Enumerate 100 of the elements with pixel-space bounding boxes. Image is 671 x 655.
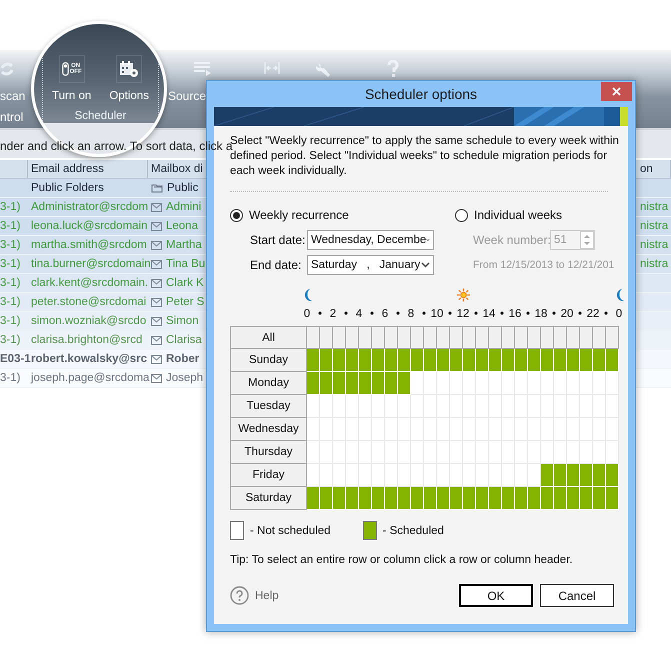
day-header[interactable]: Monday xyxy=(230,372,307,395)
close-button[interactable] xyxy=(601,82,632,101)
schedule-cell[interactable] xyxy=(489,372,502,395)
schedule-cell[interactable] xyxy=(372,395,385,418)
schedule-cell[interactable] xyxy=(437,464,450,487)
day-header[interactable]: Tuesday xyxy=(230,395,307,418)
schedule-cell[interactable] xyxy=(554,441,567,464)
hour-header[interactable] xyxy=(359,326,372,349)
schedule-cell[interactable] xyxy=(372,464,385,487)
schedule-cell[interactable] xyxy=(476,372,489,395)
schedule-cell[interactable] xyxy=(346,395,359,418)
schedule-cell[interactable] xyxy=(528,441,541,464)
hour-header[interactable] xyxy=(320,326,333,349)
hour-header[interactable] xyxy=(541,326,554,349)
hour-header[interactable] xyxy=(437,326,450,349)
column-header[interactable]: Mailbox di xyxy=(151,160,203,178)
radio-label[interactable]: Weekly recurrence xyxy=(249,208,349,222)
radio-button[interactable] xyxy=(230,208,243,222)
schedule-cell[interactable] xyxy=(307,464,320,487)
schedule-cell[interactable] xyxy=(593,372,606,395)
hour-label: 10 xyxy=(430,307,444,322)
hour-header[interactable] xyxy=(398,326,411,349)
hour-header[interactable] xyxy=(450,326,463,349)
hour-header[interactable] xyxy=(372,326,385,349)
hour-header[interactable] xyxy=(476,326,489,349)
day-header[interactable]: Friday xyxy=(230,464,307,487)
schedule-cell[interactable] xyxy=(476,464,489,487)
column-header[interactable]: Email address xyxy=(31,163,104,175)
ribbon-button[interactable]: Options xyxy=(109,55,149,103)
schedule-cell[interactable] xyxy=(424,372,437,395)
schedule-cell[interactable] xyxy=(567,441,580,464)
radio-button[interactable] xyxy=(455,208,468,222)
schedule-cell[interactable] xyxy=(528,372,541,395)
schedule-cell[interactable] xyxy=(320,464,333,487)
day-header[interactable]: Saturday xyxy=(230,487,307,510)
column-header[interactable]: on xyxy=(640,163,653,175)
schedule-cell[interactable] xyxy=(567,372,580,395)
help-button[interactable]: Help xyxy=(230,586,279,605)
hour-header[interactable] xyxy=(307,326,320,349)
schedule-cell[interactable] xyxy=(502,464,515,487)
hour-header[interactable] xyxy=(528,326,541,349)
schedule-cell[interactable] xyxy=(411,372,424,395)
schedule-cell[interactable] xyxy=(463,372,476,395)
dialog-button[interactable]: Cancel xyxy=(540,584,614,607)
schedule-cell[interactable] xyxy=(385,395,398,418)
schedule-cell[interactable] xyxy=(606,372,619,395)
schedule-cell[interactable] xyxy=(398,464,411,487)
schedule-cell[interactable] xyxy=(541,441,554,464)
dialog-button[interactable]: OK xyxy=(459,584,533,607)
schedule-cell[interactable] xyxy=(320,395,333,418)
hour-header[interactable] xyxy=(515,326,528,349)
day-header[interactable]: Thursday xyxy=(230,441,307,464)
date-dropdown[interactable]: Wednesday, Decembe xyxy=(307,230,434,250)
schedule-cell[interactable] xyxy=(450,372,463,395)
schedule-cell[interactable] xyxy=(515,464,528,487)
hour-header[interactable] xyxy=(580,326,593,349)
day-header[interactable]: Sunday xyxy=(230,349,307,372)
schedule-cell[interactable] xyxy=(411,464,424,487)
schedule-cell[interactable] xyxy=(398,395,411,418)
schedule-cell[interactable] xyxy=(593,441,606,464)
schedule-cell[interactable] xyxy=(424,464,437,487)
schedule-cell[interactable] xyxy=(437,372,450,395)
schedule-cell[interactable] xyxy=(606,441,619,464)
radio-label[interactable]: Individual weeks xyxy=(474,208,562,222)
table-cell: nistra xyxy=(640,201,668,213)
schedule-cell[interactable] xyxy=(385,464,398,487)
schedule-cell[interactable] xyxy=(463,464,476,487)
schedule-cell[interactable] xyxy=(307,441,320,464)
schedule-cell[interactable] xyxy=(489,464,502,487)
hour-header[interactable] xyxy=(411,326,424,349)
schedule-cell[interactable] xyxy=(346,464,359,487)
schedule-cell[interactable] xyxy=(541,372,554,395)
hour-header[interactable] xyxy=(502,326,515,349)
hour-header[interactable] xyxy=(554,326,567,349)
schedule-cell[interactable] xyxy=(502,372,515,395)
schedule-cell[interactable] xyxy=(411,395,424,418)
hour-header[interactable] xyxy=(346,326,359,349)
schedule-cell[interactable] xyxy=(450,464,463,487)
day-header[interactable]: Wednesday xyxy=(230,418,307,441)
schedule-cell[interactable] xyxy=(307,395,320,418)
schedule-cell[interactable] xyxy=(580,441,593,464)
hour-header[interactable] xyxy=(489,326,502,349)
schedule-cell[interactable] xyxy=(333,395,346,418)
schedule-cell[interactable] xyxy=(580,372,593,395)
schedule-cell[interactable] xyxy=(359,464,372,487)
hour-header[interactable] xyxy=(424,326,437,349)
schedule-cell[interactable] xyxy=(528,464,541,487)
schedule-cell[interactable] xyxy=(554,372,567,395)
date-dropdown[interactable]: Saturday , January xyxy=(307,255,434,275)
hour-header[interactable] xyxy=(567,326,580,349)
schedule-cell[interactable] xyxy=(359,395,372,418)
schedule-cell[interactable] xyxy=(333,464,346,487)
hour-header[interactable] xyxy=(333,326,346,349)
hour-header[interactable] xyxy=(593,326,606,349)
select-all-header[interactable]: All xyxy=(230,326,307,349)
hour-header[interactable] xyxy=(463,326,476,349)
hour-header[interactable] xyxy=(606,326,619,349)
schedule-cell[interactable] xyxy=(515,372,528,395)
schedule-cell[interactable] xyxy=(307,418,320,441)
hour-header[interactable] xyxy=(385,326,398,349)
